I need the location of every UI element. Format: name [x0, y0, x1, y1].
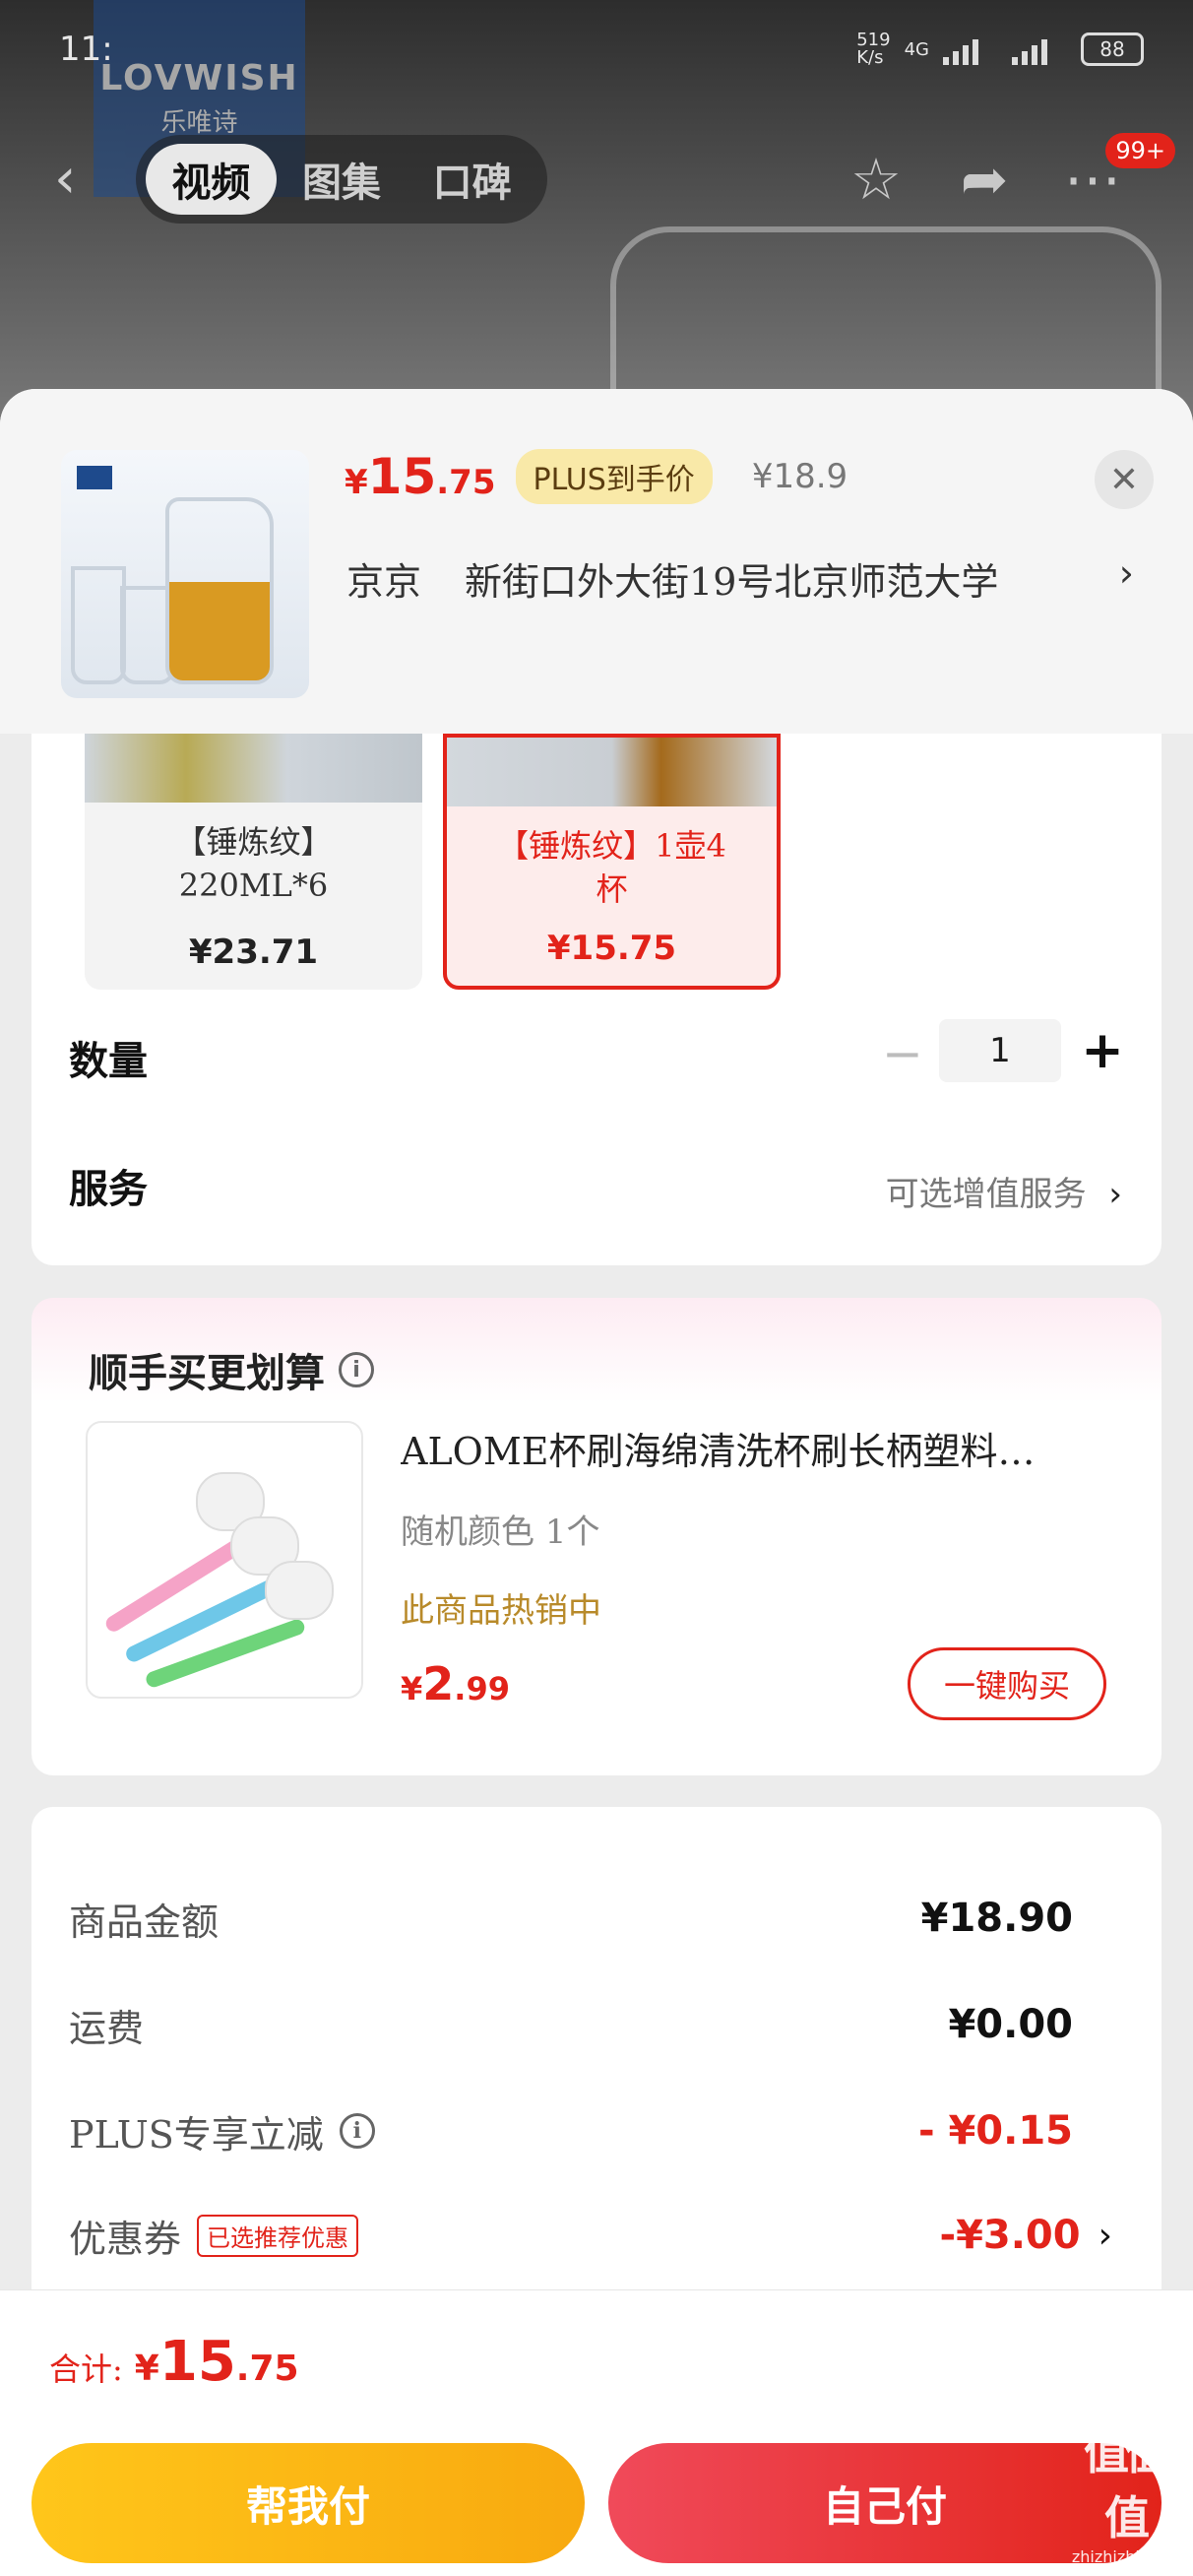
variant-price: ¥15.75: [546, 929, 677, 968]
chevron-right-icon: ›: [1098, 2215, 1112, 2256]
status-bar: 11: 519 K/s 4G 88: [0, 0, 1193, 98]
service-label: 服务: [69, 1167, 148, 1212]
total-label: 合计:: [49, 2351, 123, 2388]
coupon-tag: 已选推荐优惠: [197, 2214, 359, 2257]
signal-icon-2: [1012, 33, 1067, 65]
chevron-right-icon: ›: [1118, 551, 1134, 595]
message-badge: 99+: [1105, 133, 1175, 168]
close-icon: ✕: [1108, 459, 1140, 500]
summary-value: - ¥0.15: [917, 2108, 1073, 2154]
favorite-star-icon[interactable]: ☆: [842, 145, 910, 214]
product-gallery-backdrop: LOVWISH 乐唯诗 11: 519 K/s 4G 88: [0, 0, 1193, 453]
product-thumbnail: [61, 450, 309, 698]
top-nav: ‹ 视频 图集 口碑 ☆ ➦ ⋯ 99+: [0, 133, 1193, 226]
site-watermark: 值值值 zhizhizhi.com: [1071, 2426, 1179, 2566]
sku-options-card: 【锤炼纹】220ML*6 ¥23.71 【锤炼纹】1壶4杯 ¥15.75 数量 …: [31, 734, 1162, 1265]
info-icon[interactable]: i: [339, 1352, 374, 1387]
tab-gallery[interactable]: 图集: [277, 144, 408, 215]
summary-row-subtotal: 商品金额 ¥18.90: [69, 1884, 1112, 1953]
chevron-right-icon: ›: [1108, 1175, 1122, 1214]
summary-value: ¥18.90: [920, 1896, 1073, 1941]
price-line: ¥15.75 PLUS到手价 ¥18.9: [345, 448, 848, 505]
net-speed: 519 K/s: [856, 30, 891, 68]
status-indicators: 519 K/s 4G 88: [856, 32, 1144, 67]
total-amount: 合计: ¥15.75: [49, 2330, 299, 2394]
quantity-plus-button[interactable]: +: [1075, 1025, 1130, 1080]
variant-option[interactable]: 【锤炼纹】220ML*6 ¥23.71: [85, 734, 422, 990]
close-button[interactable]: ✕: [1095, 450, 1154, 509]
addon-spec: 随机颜色 1个: [401, 1513, 600, 1552]
info-icon[interactable]: i: [339, 2113, 375, 2149]
summary-value: ¥0.00: [948, 2002, 1073, 2047]
tab-reviews[interactable]: 口碑: [407, 144, 537, 215]
quantity-value[interactable]: 1: [939, 1019, 1061, 1082]
quantity-label: 数量: [69, 1039, 148, 1084]
variant-option-selected[interactable]: 【锤炼纹】1壶4杯 ¥15.75: [443, 734, 781, 990]
summary-label-wrap: 优惠券 已选推荐优惠: [69, 2209, 359, 2263]
variant-name: 【锤炼纹】1壶4杯: [497, 827, 726, 908]
summary-row-coupon[interactable]: 优惠券 已选推荐优惠 -¥3.00 ›: [69, 2201, 1112, 2270]
status-time: 11:: [59, 30, 113, 69]
summary-row-shipping: 运费 ¥0.00: [69, 1990, 1112, 2059]
media-tabs: 视频 图集 口碑: [136, 135, 547, 224]
original-price: ¥18.9: [751, 457, 848, 496]
pitcher-image: [165, 497, 274, 684]
variant-image: [447, 738, 777, 806]
help-pay-button[interactable]: 帮我付: [31, 2443, 585, 2563]
service-hint: 可选增值服务: [885, 1175, 1087, 1214]
variant-name: 【锤炼纹】220ML*6: [174, 823, 333, 904]
one-click-buy-button[interactable]: 一键购买: [908, 1647, 1106, 1720]
addon-name[interactable]: ALOME杯刷海绵清洗杯刷长柄塑料…: [401, 1421, 1109, 1475]
purchase-sheet: ¥15.75 PLUS到手价 ¥18.9 ✕ 京京 新街口外大街19号北京师范大学…: [0, 389, 1193, 2576]
service-selector[interactable]: 可选增值服务 ›: [886, 1167, 1122, 1215]
addon-thumbnail[interactable]: [86, 1421, 363, 1699]
plus-price-chip: PLUS到手价: [515, 449, 713, 504]
plus-price: ¥15.75: [345, 448, 496, 505]
network-type: 4G: [904, 38, 929, 60]
summary-value-wrap: -¥3.00 ›: [939, 2213, 1112, 2258]
delivery-address[interactable]: 京京 新街口外大街19号北京师范大学 ›: [346, 551, 1134, 606]
summary-label: 运费: [69, 2006, 145, 2050]
address-city: 京京: [346, 560, 422, 604]
battery-icon: 88: [1081, 32, 1144, 66]
addon-price: ¥2.99: [401, 1657, 510, 1710]
summary-label-wrap: PLUS专享立减 i: [69, 2104, 375, 2158]
quantity-minus-button[interactable]: −: [878, 1029, 927, 1080]
addon-card: 顺手买更划算 i ALOME杯刷海绵清洗杯刷长柄塑料… 随机颜色 1个 此商品热销…: [31, 1298, 1162, 1775]
share-icon[interactable]: ➦: [950, 145, 1019, 214]
checkout-bar: 合计: ¥15.75 帮我付 自己付 值值值 zhizhizhi.com: [0, 2289, 1193, 2576]
back-arrow-icon[interactable]: ‹: [54, 152, 97, 207]
brush-image: [123, 1577, 282, 1665]
sheet-header: ¥15.75 PLUS到手价 ¥18.9 ✕ 京京 新街口外大街19号北京师范大学…: [0, 389, 1193, 734]
thumb-brand-logo: [77, 466, 112, 489]
tab-video[interactable]: 视频: [146, 144, 277, 215]
variant-price: ¥23.71: [188, 933, 319, 972]
summary-row-plus-discount: PLUS专享立减 i - ¥0.15: [69, 2096, 1112, 2165]
summary-label: 商品金额: [69, 1900, 220, 1944]
variant-image: [85, 734, 422, 803]
signal-icon: [943, 33, 998, 65]
addon-hot-label: 此商品热销中: [401, 1591, 601, 1631]
address-detail: 新街口外大街19号北京师范大学: [465, 560, 999, 604]
cup-image: [71, 566, 126, 684]
addon-title: 顺手买更划算 i: [89, 1341, 374, 1398]
sponge-image: [265, 1561, 334, 1620]
